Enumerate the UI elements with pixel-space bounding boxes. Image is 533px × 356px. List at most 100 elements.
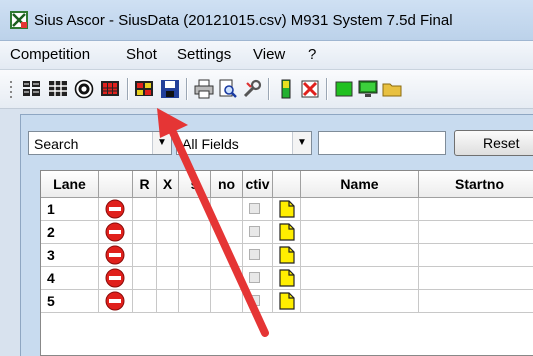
active-checkbox[interactable] [249, 249, 260, 260]
grid-color-icon[interactable] [100, 79, 120, 99]
active-cell [243, 244, 273, 267]
active-checkbox[interactable] [249, 272, 260, 283]
window-title: Sius Ascor - SiusData (20121015.csv) M93… [34, 12, 453, 29]
dropdown-arrow-icon[interactable]: ▼ [152, 132, 171, 154]
active-cell [243, 290, 273, 313]
column-header-status[interactable] [99, 171, 133, 198]
menu-view[interactable]: View [253, 46, 285, 63]
table-row[interactable]: 4 [41, 267, 533, 290]
grid-cell [133, 290, 157, 313]
note-cell [273, 267, 301, 290]
note-icon[interactable] [279, 246, 295, 264]
target-icon[interactable] [74, 79, 94, 99]
grid-cell [157, 221, 179, 244]
column-header-name[interactable]: Name [301, 171, 419, 198]
application-window: Sius Ascor - SiusData (20121015.csv) M93… [0, 0, 533, 356]
search-mode-dropdown[interactable]: Search ▼ [28, 131, 172, 155]
stop-icon [105, 245, 125, 265]
stop-icon [105, 268, 125, 288]
grid-cell [157, 290, 179, 313]
table-row[interactable]: 2 [41, 221, 533, 244]
menu-shot[interactable]: Shot [126, 46, 157, 63]
toolbar-separator [326, 78, 327, 100]
print-icon[interactable] [194, 79, 214, 99]
menu-settings[interactable]: Settings [177, 46, 231, 63]
search-mode-value: Search [34, 136, 79, 152]
lanes-grid[interactable]: Lane R X s no ctiv Name Startno 12345 [40, 170, 533, 356]
grid-cell [133, 221, 157, 244]
column-header-note[interactable] [273, 171, 301, 198]
active-checkbox[interactable] [249, 295, 260, 306]
note-icon[interactable] [279, 200, 295, 218]
grid-cell [419, 221, 533, 244]
status-cell [99, 290, 133, 313]
table-row[interactable]: 1 [41, 198, 533, 221]
menu-competition[interactable]: Competition [10, 46, 90, 63]
toolbar-separator [186, 78, 187, 100]
menu-help[interactable]: ? [308, 46, 316, 63]
status-cell [99, 221, 133, 244]
note-cell [273, 290, 301, 313]
active-cell [243, 267, 273, 290]
column-header-x[interactable]: X [157, 171, 179, 198]
grid-cell [211, 290, 243, 313]
grid-cell [157, 244, 179, 267]
active-checkbox[interactable] [249, 203, 260, 214]
dropdown-arrow-icon[interactable]: ▼ [292, 132, 311, 154]
grid-large-icon[interactable] [48, 79, 68, 99]
toolbar-separator [268, 78, 269, 100]
grid-small-icon[interactable] [22, 79, 42, 99]
grid-cell [211, 244, 243, 267]
status-cell [99, 198, 133, 221]
column-header-active[interactable]: ctiv [243, 171, 273, 198]
grid-cell [179, 267, 211, 290]
note-icon[interactable] [279, 269, 295, 287]
save-icon[interactable] [160, 79, 180, 99]
grid-cell [419, 290, 533, 313]
menu-bar: Competition Shot Settings View ? [0, 41, 533, 70]
column-header-no[interactable]: no [211, 171, 243, 198]
search-fields-dropdown[interactable]: All Fields ▼ [176, 131, 312, 155]
grid-cell [419, 244, 533, 267]
toolbar-grip [10, 81, 12, 98]
lane-number: 1 [41, 198, 99, 221]
grid-cell [133, 267, 157, 290]
active-checkbox[interactable] [249, 226, 260, 237]
note-icon[interactable] [279, 223, 295, 241]
stop-icon [105, 222, 125, 242]
grid-red-icon[interactable] [134, 79, 154, 99]
monitor-icon[interactable] [358, 79, 378, 99]
stop-icon [105, 199, 125, 219]
table-row[interactable]: 3 [41, 244, 533, 267]
note-cell [273, 198, 301, 221]
column-header-lane[interactable]: Lane [41, 171, 99, 198]
grid-cell [301, 290, 419, 313]
search-fields-value: All Fields [182, 136, 239, 152]
grid-cell [179, 290, 211, 313]
grid-cell [301, 221, 419, 244]
grid-cell [419, 267, 533, 290]
tools-icon[interactable] [242, 79, 262, 99]
table-row[interactable]: 5 [41, 290, 533, 313]
status-cell [99, 244, 133, 267]
grid-cell [179, 198, 211, 221]
cancel-icon[interactable] [300, 79, 320, 99]
print-preview-icon[interactable] [218, 79, 238, 99]
folder-icon[interactable] [382, 79, 402, 99]
column-header-s[interactable]: s [179, 171, 211, 198]
grid-cell [133, 198, 157, 221]
reset-button[interactable]: Reset [454, 130, 533, 156]
stop-icon [105, 291, 125, 311]
battery-icon[interactable] [276, 79, 296, 99]
grid-cell [301, 267, 419, 290]
green-square-icon[interactable] [334, 79, 354, 99]
column-header-startno[interactable]: Startno [419, 171, 533, 198]
grid-cell [211, 221, 243, 244]
lane-number: 5 [41, 290, 99, 313]
search-input[interactable] [318, 131, 446, 155]
lane-number: 3 [41, 244, 99, 267]
status-cell [99, 267, 133, 290]
grid-cell [211, 267, 243, 290]
column-header-r[interactable]: R [133, 171, 157, 198]
note-icon[interactable] [279, 292, 295, 310]
